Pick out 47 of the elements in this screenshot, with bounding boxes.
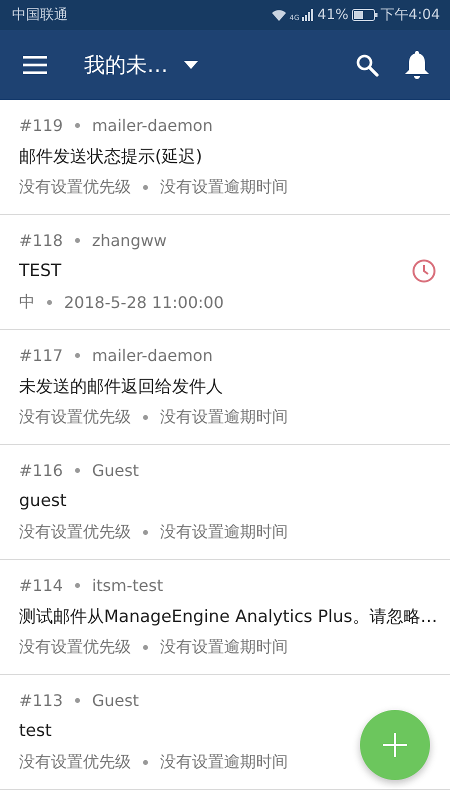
requester-name: mailer-daemon: [92, 346, 213, 365]
search-icon: [355, 53, 379, 77]
ticket-id: #118: [19, 231, 63, 250]
ticket-id: #114: [19, 576, 63, 595]
priority-label: 没有设置优先级: [19, 177, 131, 198]
ticket-subject: 测试邮件从ManageEngine Analytics Plus。请忽略…: [19, 606, 438, 628]
requester-name: itsm-test: [92, 576, 164, 595]
ticket-item[interactable]: #118 zhangww TEST 中 2018-5-28 11:00:00: [0, 215, 450, 330]
ticket-subject: 未发送的邮件返回给发件人: [19, 376, 223, 398]
battery-percent: 41%: [317, 7, 349, 23]
priority-label: 没有设置优先级: [19, 752, 131, 773]
ticket-item[interactable]: #117 mailer-daemon 未发送的邮件返回给发件人 没有设置优先级 没有设置逾期时间: [0, 330, 450, 445]
signal-icon: [302, 9, 314, 21]
due-date: 没有设置逾期时间: [160, 752, 288, 773]
bell-icon: [404, 50, 430, 80]
priority-label: 中: [19, 292, 35, 313]
due-date: 2018-5-28 11:00:00: [64, 293, 224, 312]
ticket-id: #116: [19, 461, 63, 480]
ticket-item[interactable]: #116 Guest guest 没有设置优先级 没有设置逾期时间: [0, 445, 450, 560]
due-date: 没有设置逾期时间: [160, 522, 288, 543]
view-dropdown[interactable]: 我的未…: [80, 45, 202, 85]
requester-name: mailer-daemon: [92, 116, 213, 135]
ticket-id: #117: [19, 346, 63, 365]
ticket-item[interactable]: #119 mailer-daemon 邮件发送状态提示(延迟) 没有设置优先级 没有设置逾期时间: [0, 100, 450, 215]
ticket-subject: 邮件发送状态提示(延迟): [19, 146, 202, 168]
carrier-name: 中国联通: [12, 6, 68, 24]
clock-time: 下午4:04: [380, 6, 440, 24]
requester-name: Guest: [92, 461, 139, 480]
due-date: 没有设置逾期时间: [160, 177, 288, 198]
plus-icon: [382, 732, 408, 758]
priority-label: 没有设置优先级: [19, 522, 131, 543]
battery-icon: [352, 9, 378, 21]
requester-name: Guest: [92, 691, 139, 710]
menu-icon: [23, 56, 47, 74]
ticket-subject: TEST: [19, 261, 62, 281]
ticket-subject: test: [19, 721, 52, 741]
wifi-icon: [270, 8, 287, 22]
due-date: 没有设置逾期时间: [160, 407, 288, 428]
ticket-subject: guest: [19, 491, 67, 511]
priority-label: 没有设置优先级: [19, 637, 131, 658]
caret-icon: [184, 61, 198, 69]
requester-name: zhangww: [92, 231, 167, 250]
ticket-id: #119: [19, 116, 63, 135]
ticket-item[interactable]: #114 itsm-test 测试邮件从ManageEngine Analytics Plus。请忽略… 没有设置优先级 没有设置逾期时间: [0, 560, 450, 675]
ticket-id: #113: [19, 691, 63, 710]
priority-label: 没有设置优先级: [19, 407, 131, 428]
due-date: 没有设置逾期时间: [160, 637, 288, 658]
